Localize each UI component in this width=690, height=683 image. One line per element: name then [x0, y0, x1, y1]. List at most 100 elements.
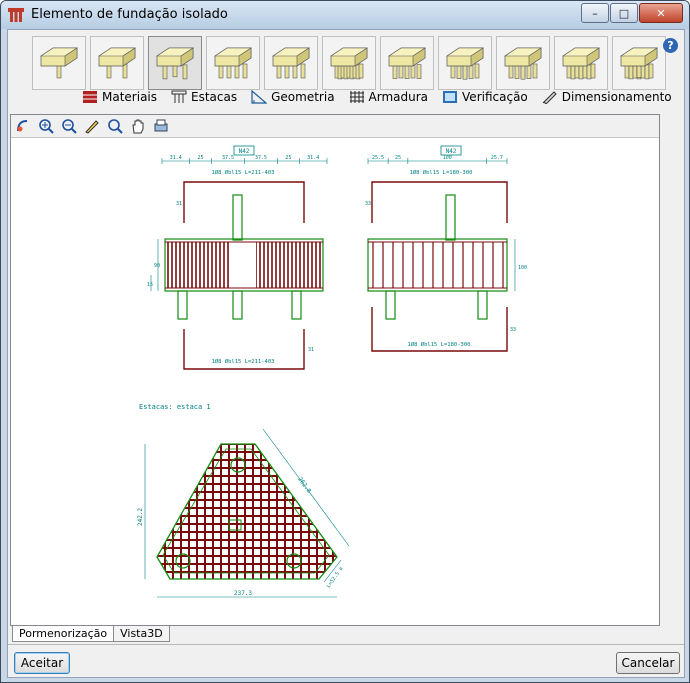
left-dim-3: 37.5: [255, 155, 267, 161]
menu-verificacao[interactable]: Verificação: [442, 90, 528, 104]
zoom-half-icon[interactable]: [61, 118, 77, 134]
right-stirrups: [372, 242, 504, 288]
menu-estacas-label: Estacas: [191, 90, 238, 104]
right-bar-bottom-label: 1Ø8 Øbl15 L=180-300: [408, 341, 471, 348]
left-dim-0: 31.4: [170, 155, 182, 161]
left-view-label: N42: [239, 148, 250, 155]
menu-materiais-label: Materiais: [102, 90, 158, 104]
footing-7-piles-icon: [562, 47, 600, 80]
foundation-icon: [8, 8, 24, 22]
close-button[interactable]: ✕: [639, 3, 683, 23]
plan-height-dim: 242.2: [137, 508, 144, 526]
right-bar-top-label: 1Ø8 Øbl15 L=180-300: [410, 169, 473, 176]
right-view-label: N42: [446, 148, 457, 155]
footing-3-piles-icon: [156, 47, 194, 80]
footing-4-piles-b-icon: [272, 47, 310, 79]
technical-drawing: N42 31.4 25 37.5 37.5 25 31.4 1Ø8 Øbl15 L=211…: [137, 145, 527, 598]
title-bar[interactable]: Elemento de fundação isolado – □ ✕: [1, 1, 689, 29]
left-side-dim-2: 90: [154, 263, 160, 269]
footing-type-toolbar: [32, 36, 670, 90]
tab-pormenorizacao[interactable]: Pormenorização: [12, 626, 115, 642]
piles-icon: [171, 90, 187, 103]
footing-2-piles-button[interactable]: [90, 36, 144, 90]
options-menu: Materiais Estacas Geometria Armadura Ver…: [82, 90, 686, 104]
left-dimension-row: 31.4 25 37.5 37.5 25 31.4: [161, 155, 328, 164]
menu-dimensionamento[interactable]: Dimensionamento: [542, 90, 672, 104]
left-side-dim-3: 15: [147, 282, 153, 288]
materials-icon: [83, 91, 97, 103]
right-side-dim-3: 33: [510, 327, 516, 333]
left-bar-bottom-label: 1Ø8 Øbl15 L=211-403: [212, 358, 275, 365]
footing-7-piles-button[interactable]: [554, 36, 608, 90]
left-dim-2: 37.5: [222, 155, 234, 161]
footing-2-piles-icon: [98, 47, 136, 79]
minimize-button[interactable]: –: [581, 3, 609, 23]
right-side-dim-2: 100: [518, 265, 527, 271]
plan-side-dim: 262.8: [296, 476, 313, 495]
right-dim-0: 25.5: [372, 155, 384, 161]
footing-1-pile-icon: [40, 47, 78, 79]
footing-6-piles-button[interactable]: [438, 36, 492, 90]
footing-1-pile-button[interactable]: [32, 36, 86, 90]
window-title: Elemento de fundação isolado: [31, 7, 228, 22]
right-dim-2: 100: [443, 155, 452, 161]
footing-4-piles-b-button[interactable]: [264, 36, 318, 90]
footing-4-piles-icon: [214, 47, 252, 79]
cancelar-button[interactable]: Cancelar: [616, 652, 680, 674]
reinforcement-icon: [349, 91, 364, 103]
zoom-extents-icon[interactable]: [38, 118, 54, 134]
left-dim-1: 25: [198, 155, 204, 161]
footing-6-piles-icon: [446, 47, 484, 80]
estacas-caption: Estacas: estaca 1: [139, 403, 211, 411]
plan-rebar-grid: [157, 444, 337, 579]
plan-base-dim: 237.3: [234, 590, 252, 597]
menu-armadura[interactable]: Armadura: [349, 90, 428, 104]
left-dim-4: 25: [285, 155, 291, 161]
menu-geometria[interactable]: Geometria: [251, 90, 335, 104]
right-side-dim-1: 33: [365, 201, 371, 207]
left-dim-5: 31.4: [307, 155, 319, 161]
right-section-view: N42 25.5 25 100 25.7 1Ø8 Øbl15 L=180-300 33: [365, 145, 527, 352]
footing-8-piles-button[interactable]: [612, 36, 666, 90]
footing-3-piles-button[interactable]: [148, 36, 202, 90]
maximize-button[interactable]: □: [610, 3, 638, 23]
footing-4-piles-button[interactable]: [206, 36, 260, 90]
menu-materiais[interactable]: Materiais: [82, 90, 157, 104]
menu-armadura-label: Armadura: [368, 90, 429, 104]
footing-8-piles-icon: [620, 47, 658, 80]
verification-icon: [443, 91, 458, 103]
plan-view: Estacas: estaca 1 242.2 262.8 237.3 L=52…: [137, 403, 350, 598]
pan-hand-icon[interactable]: [130, 118, 146, 134]
zoom-window-icon[interactable]: [15, 118, 31, 134]
menu-estacas[interactable]: Estacas: [171, 90, 237, 104]
drawing-canvas[interactable]: N42 31.4 25 37.5 37.5 25 31.4 1Ø8 Øbl15 L=211…: [11, 139, 659, 625]
left-bottom-side-dim: 31: [308, 347, 314, 353]
design-icon: [542, 91, 557, 104]
print-icon[interactable]: [153, 118, 169, 134]
footing-5-piles-button[interactable]: [380, 36, 434, 90]
separator: [8, 644, 684, 645]
right-dim-3: 25.7: [491, 155, 503, 161]
right-dimension-row: 25.5 25 100 25.7: [367, 155, 508, 164]
footing-5-piles-icon: [388, 47, 426, 79]
drawing-panel: N42 31.4 25 37.5 37.5 25 31.4 1Ø8 Øbl15 L=211…: [10, 114, 660, 626]
plan-corner-dim: L=52.5 a: [326, 566, 345, 589]
right-dim-1: 25: [395, 155, 401, 161]
zoom-previous-icon[interactable]: [107, 118, 123, 134]
dialog-window: Elemento de fundação isolado – □ ✕ ? Mat…: [0, 0, 690, 683]
footing-6-piles-b-button[interactable]: [496, 36, 550, 90]
footing-9-piles-button[interactable]: [322, 36, 376, 90]
tab-vista3d[interactable]: Vista3D: [113, 626, 170, 642]
view-tabs: Pormenorização Vista3D: [12, 626, 170, 642]
left-side-dim-1: 31: [176, 201, 182, 207]
aceitar-button[interactable]: Aceitar: [14, 652, 70, 674]
left-bar-top-label: 1Ø8 Øbl15 L=211-403: [212, 169, 275, 176]
help-icon[interactable]: ?: [663, 38, 678, 53]
footing-6-piles-b-icon: [504, 47, 542, 80]
dialog-client: ? Materiais Estacas Geometria Armadura V…: [7, 29, 685, 678]
pen-icon[interactable]: [84, 118, 100, 134]
menu-verificacao-label: Verificação: [462, 90, 528, 104]
view-toolbar: [11, 115, 659, 138]
menu-dimensionamento-label: Dimensionamento: [561, 90, 672, 104]
geometry-icon: [251, 90, 268, 104]
